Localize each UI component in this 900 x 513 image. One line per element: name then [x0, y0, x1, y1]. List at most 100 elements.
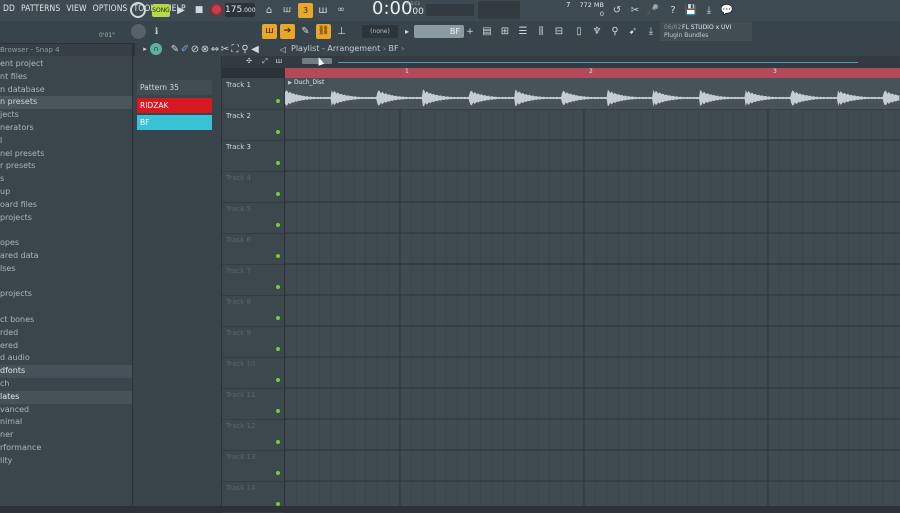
paint-icon[interactable]: ✐ — [180, 43, 190, 55]
news-panel[interactable]: 06/02 FL STUDIO x UVI Plugin Bundles — [660, 22, 752, 41]
menu-options[interactable]: OPTIONS — [90, 4, 131, 14]
pencil-icon[interactable]: ✎ — [170, 43, 180, 55]
link-button[interactable]: ⛓ — [316, 24, 331, 39]
track-header[interactable]: Track 1 — [222, 78, 284, 110]
plugin-database-icon[interactable]: ♆ — [590, 24, 604, 38]
track-enable-led-icon[interactable] — [276, 99, 280, 103]
loop-record-icon[interactable]: ∞ — [334, 3, 348, 17]
magnet-icon[interactable]: ∩ — [150, 43, 162, 55]
play-icon[interactable]: ▶ — [174, 3, 188, 17]
track-header[interactable]: Track 3 — [222, 140, 284, 172]
track-enable-led-icon[interactable] — [276, 316, 280, 320]
browser-item[interactable]: ner — [0, 429, 132, 442]
tempo-display[interactable]: 175.000 — [225, 3, 256, 17]
draw-icon[interactable]: ✎ — [298, 24, 313, 39]
browser-item[interactable]: dfonts — [0, 365, 132, 378]
track-header[interactable]: Track 8 — [222, 295, 284, 327]
piano-roll-icon[interactable]: ⊞ — [498, 24, 512, 38]
track-enable-led-icon[interactable] — [276, 161, 280, 165]
menu-file[interactable]: DD — [0, 4, 18, 14]
slice-icon[interactable]: ✂ — [220, 43, 230, 55]
track-enable-led-icon[interactable] — [276, 130, 280, 134]
knob-icon[interactable] — [131, 24, 146, 39]
channel-select[interactable]: BF — [414, 25, 464, 38]
preset-select[interactable]: (none) — [362, 25, 398, 38]
project-info-icon[interactable]: ▯ — [572, 24, 586, 38]
menu-patterns[interactable]: PATTERNS — [18, 4, 63, 14]
audio-clip[interactable]: Duch_Dist ▶ — [285, 78, 900, 109]
mic-icon[interactable]: 🎤 — [646, 3, 660, 17]
help-icon[interactable]: ? — [666, 3, 680, 17]
track-enable-led-icon[interactable] — [276, 223, 280, 227]
browser-item[interactable]: lity — [0, 455, 132, 468]
browser-item[interactable]: ered — [0, 340, 132, 353]
browser-item[interactable]: ch — [0, 378, 132, 391]
select-icon[interactable]: ⛶ — [230, 43, 240, 55]
browser-item[interactable]: projects — [0, 212, 132, 225]
mixer-icon[interactable]: ⫼ — [534, 24, 548, 38]
playlist-grid[interactable]: Duch_Dist ▶ — [285, 78, 900, 506]
track-header[interactable]: Track 5 — [222, 202, 284, 234]
track-enable-led-icon[interactable] — [276, 502, 280, 506]
browser-item[interactable]: r presets — [0, 160, 132, 173]
clip-menu-icon[interactable]: ▶ — [286, 79, 294, 86]
undo-icon[interactable]: ↺ — [610, 3, 624, 17]
browser-item[interactable]: s — [0, 173, 132, 186]
wait-input-icon[interactable]: ꟺ — [280, 3, 294, 17]
menu-arrow-icon[interactable]: ▸ — [140, 43, 150, 55]
plus-icon[interactable]: + — [465, 25, 475, 38]
track-enable-led-icon[interactable] — [276, 285, 280, 289]
channel-rack-icon[interactable]: ☰ — [516, 24, 530, 38]
browser-icon[interactable]: ⚲ — [608, 24, 622, 38]
master-pitch[interactable] — [426, 4, 474, 16]
browser-item[interactable]: oard files — [0, 199, 132, 212]
browser-item[interactable]: jects — [0, 109, 132, 122]
plugin-picker-icon[interactable]: ⊟ — [552, 24, 566, 38]
track-enable-led-icon[interactable] — [276, 471, 280, 475]
typing-keyboard-button[interactable]: ➔ — [280, 24, 295, 39]
pattern-item[interactable]: Pattern 35 — [137, 80, 212, 95]
track-enable-led-icon[interactable] — [276, 192, 280, 196]
pattern-item[interactable]: BF — [137, 115, 212, 130]
browser-item[interactable]: d audio — [0, 352, 132, 365]
browser-item[interactable]: n database — [0, 84, 132, 97]
track-header[interactable]: Track 13 — [222, 450, 284, 482]
track-enable-led-icon[interactable] — [276, 409, 280, 413]
browser-item[interactable]: rformance — [0, 442, 132, 455]
browser-item[interactable]: nerators — [0, 122, 132, 135]
track-header[interactable]: Track 2 — [222, 109, 284, 141]
playlist-icon[interactable]: ▤ — [480, 24, 494, 38]
snap-playlist-button[interactable]: ш — [262, 24, 277, 39]
countdown-button[interactable]: 3 — [298, 3, 313, 18]
browser-item[interactable]: vanced — [0, 404, 132, 417]
mute-icon[interactable]: ⊗ — [200, 43, 210, 55]
browser-item[interactable]: n presets — [0, 96, 132, 110]
delete-icon[interactable]: ⊘ — [190, 43, 200, 55]
browser-item[interactable]: rded — [0, 327, 132, 340]
browser-item[interactable]: opes — [0, 237, 132, 250]
browser-item[interactable]: ct bones — [0, 314, 132, 327]
browser-item[interactable]: nel presets — [0, 148, 132, 161]
download-icon[interactable]: ⤓ — [702, 3, 716, 17]
grid-icon[interactable]: ш — [274, 56, 284, 66]
online-news-icon[interactable]: ⤓ — [644, 24, 658, 38]
track-enable-led-icon[interactable] — [276, 254, 280, 258]
browser-item[interactable] — [0, 301, 132, 314]
track-enable-led-icon[interactable] — [276, 378, 280, 382]
browser-item[interactable]: projects — [0, 288, 132, 301]
stop-icon[interactable]: ■ — [192, 3, 206, 17]
touch-keyboard-icon[interactable]: ➹ — [626, 24, 640, 38]
browser-item[interactable]: up — [0, 186, 132, 199]
browser-item[interactable]: nimal — [0, 416, 132, 429]
record-icon[interactable] — [210, 3, 223, 16]
zoom-icon[interactable]: ⚲ — [240, 43, 250, 55]
info-icon[interactable]: ℹ — [150, 25, 163, 38]
arrow-right-icon[interactable]: ▸ — [402, 25, 412, 38]
browser-item[interactable]: nt files — [0, 71, 132, 84]
track-header[interactable]: Track 10 — [222, 357, 284, 389]
track-header[interactable]: Track 12 — [222, 419, 284, 451]
track-header[interactable]: Track 6 — [222, 233, 284, 265]
blend-notes-icon[interactable]: ш — [316, 3, 330, 17]
browser-item[interactable]: lates — [0, 390, 132, 404]
song-mode-button[interactable]: SONG — [152, 4, 170, 17]
